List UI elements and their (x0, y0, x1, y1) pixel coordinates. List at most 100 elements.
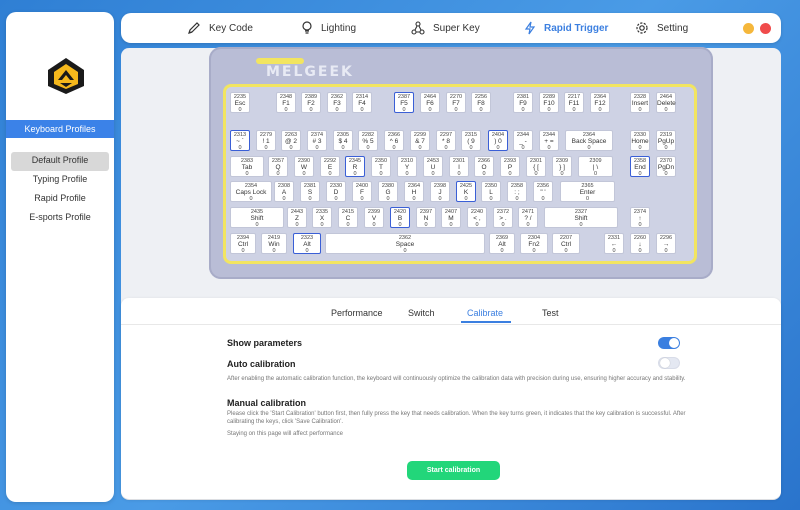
key[interactable]: 2328 Insert 0 (630, 92, 650, 113)
key[interactable]: 2350 L 0 (481, 181, 501, 202)
key[interactable]: 2366 O 0 (474, 156, 494, 177)
key[interactable]: 2362 Space 0 (325, 233, 485, 254)
key[interactable]: 2453 U 0 (423, 156, 443, 177)
key[interactable]: 2335 X 0 (312, 207, 332, 228)
key[interactable]: 2279! 10 (256, 130, 276, 151)
auto-calibration-toggle[interactable] (658, 357, 680, 369)
key[interactable]: 2362 F3 0 (327, 92, 347, 113)
key[interactable]: 2309} ] 0 (552, 156, 572, 177)
key[interactable]: 2390 W 0 (294, 156, 314, 177)
key[interactable]: 2397 N 0 (416, 207, 436, 228)
key[interactable]: 2419 Win 0 (261, 233, 287, 254)
key[interactable]: 2381 S 0 (300, 181, 320, 202)
key[interactable]: 2313 ~ ` 0 (230, 130, 250, 151)
key[interactable]: 2263 @ 20 (281, 130, 301, 151)
profile-item-rapid[interactable]: Rapid Profile (11, 190, 109, 209)
key[interactable]: 2393 P 0 (500, 156, 520, 177)
key[interactable]: 2309 | \ 0 (578, 156, 613, 177)
key[interactable]: 2358: ; 0 (507, 181, 527, 202)
key[interactable]: 2364 F12 0 (590, 92, 610, 113)
key[interactable]: 2240 < ,0 (467, 207, 487, 228)
key[interactable]: 2380 G 0 (378, 181, 398, 202)
key[interactable]: 2425 K 0 (456, 181, 476, 202)
tab-switch[interactable]: Switch (408, 308, 435, 318)
key[interactable]: 2319 PgUp 0 (656, 130, 676, 151)
key[interactable]: 2323 Alt 0 (293, 233, 321, 254)
key[interactable]: 2389 F2 0 (301, 92, 321, 113)
key[interactable]: 2308 A 0 (274, 181, 294, 202)
key[interactable]: 2305 $ 40 (333, 130, 353, 151)
close-button[interactable] (760, 23, 771, 34)
profile-item-esports[interactable]: E-sports Profile (11, 209, 109, 228)
key[interactable]: 2415 C 0 (338, 207, 358, 228)
start-calibration-button[interactable]: Start calibration (407, 461, 500, 480)
key[interactable]: 2356 " ' 0 (533, 181, 553, 202)
key[interactable]: 2301{ [0 (526, 156, 546, 177)
key[interactable]: 2464 Delete 0 (656, 92, 676, 113)
key[interactable]: 2296 → 0 (656, 233, 676, 254)
key[interactable]: 2374 ↑ 0 (630, 207, 650, 228)
key[interactable]: 2327 Shift 0 (544, 207, 618, 228)
key[interactable]: 2372 > .0 (493, 207, 513, 228)
key[interactable]: 2381 F9 0 (513, 92, 533, 113)
key[interactable]: 2289 F10 0 (539, 92, 559, 113)
key[interactable]: 2471? /0 (518, 207, 538, 228)
key[interactable]: 2292 E 0 (320, 156, 340, 177)
key[interactable]: 2398 J 0 (430, 181, 450, 202)
nav-rapid-trigger[interactable]: Rapid Trigger (524, 13, 608, 43)
key[interactable]: 2364 Back Space 0 (565, 130, 613, 151)
key[interactable]: 2344 _ -0 (513, 130, 533, 151)
key[interactable]: 2420 B 0 (390, 207, 410, 228)
key[interactable]: 2350 T 0 (371, 156, 391, 177)
key[interactable]: 2394 Ctrl 0 (230, 233, 256, 254)
key[interactable]: 2207 Ctrl 0 (552, 233, 580, 254)
tab-calibrate[interactable]: Calibrate (467, 308, 503, 318)
key[interactable]: 2357 Q 0 (268, 156, 288, 177)
key[interactable]: 2330 Home 0 (630, 130, 650, 151)
show-parameters-toggle[interactable] (658, 337, 680, 349)
key[interactable]: 2369 Alt 0 (489, 233, 515, 254)
key[interactable]: 2354 Caps Lock 0 (230, 181, 272, 202)
key[interactable]: 2301 I 0 (449, 156, 469, 177)
key[interactable]: 2348 F1 0 (276, 92, 296, 113)
key[interactable]: 2435 Shift 0 (230, 207, 284, 228)
nav-key-code[interactable]: Key Code (187, 13, 253, 43)
key[interactable]: 2344 + = 0 (539, 130, 559, 151)
key[interactable]: 2260 ↓ 0 (630, 233, 650, 254)
profile-item-default[interactable]: Default Profile (11, 152, 109, 171)
tab-test[interactable]: Test (542, 308, 559, 318)
key[interactable]: 2464 F6 0 (420, 92, 440, 113)
key[interactable]: 2400 F 0 (352, 181, 372, 202)
profile-item-typing[interactable]: Typing Profile (11, 171, 109, 190)
key[interactable]: 2366 ^ 60 (384, 130, 404, 151)
key[interactable]: 2256 F8 0 (471, 92, 491, 113)
key[interactable]: 2383 Tab 0 (230, 156, 264, 177)
nav-setting[interactable]: Setting (635, 13, 688, 43)
key[interactable]: 2235 Esc 0 (230, 92, 250, 113)
key[interactable]: 2297 * 80 (436, 130, 456, 151)
key[interactable]: 2299 & 70 (410, 130, 430, 151)
tab-performance[interactable]: Performance (331, 308, 383, 318)
key[interactable]: 2404) 00 (488, 130, 508, 151)
minimize-button[interactable] (743, 23, 754, 34)
key[interactable]: 2314 F4 0 (352, 92, 372, 113)
key[interactable]: 2217 F11 0 (564, 92, 584, 113)
key[interactable]: 2282% 50 (358, 130, 378, 151)
key[interactable]: 2370 PgDn 0 (656, 156, 676, 177)
key[interactable]: 2399 V 0 (364, 207, 384, 228)
key[interactable]: 2315( 90 (461, 130, 481, 151)
key[interactable]: 2304 Fn2 0 (520, 233, 548, 254)
key[interactable]: 2331 ← 0 (604, 233, 624, 254)
key[interactable]: 2364 H 0 (404, 181, 424, 202)
key[interactable]: 2387 F5 0 (394, 92, 414, 113)
key[interactable]: 2407 M 0 (441, 207, 461, 228)
key[interactable]: 2310 Y 0 (397, 156, 417, 177)
key[interactable]: 2374 # 30 (307, 130, 327, 151)
key[interactable]: 2358 End 0 (630, 156, 650, 177)
key[interactable]: 2270 F7 0 (446, 92, 466, 113)
nav-super-key[interactable]: Super Key (411, 13, 480, 43)
key[interactable]: 2443 Z 0 (287, 207, 307, 228)
key[interactable]: 2365 Enter 0 (560, 181, 615, 202)
nav-lighting[interactable]: Lighting (301, 13, 356, 43)
key[interactable]: 2345 R 0 (345, 156, 365, 177)
